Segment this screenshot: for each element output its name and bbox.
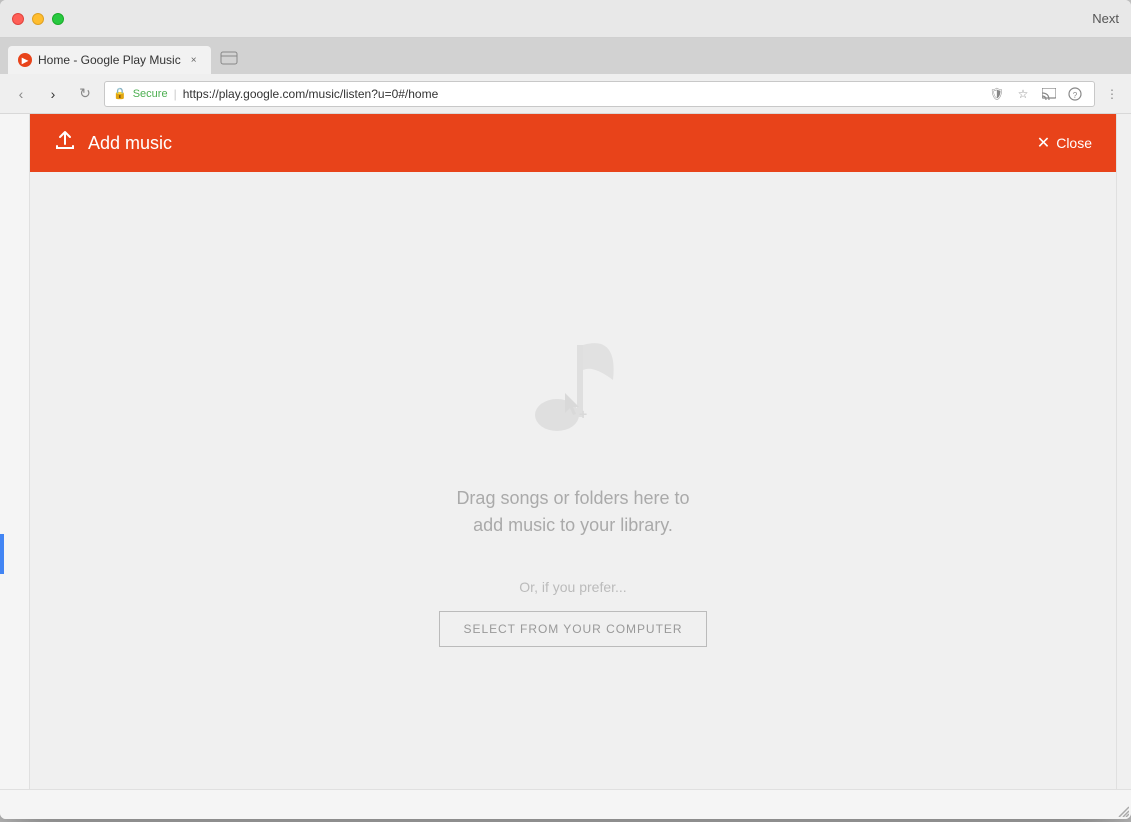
traffic-lights [12,13,64,25]
refresh-button[interactable]: ↻ [72,81,98,107]
url-actions: 🛡 ☆ ? [986,83,1086,105]
lock-icon: 🔒 [113,87,127,100]
music-note-icon: + [513,315,633,455]
new-tab-button[interactable] [215,46,243,74]
close-modal-button[interactable]: ✕ Close [1037,133,1092,153]
tab-title: Home - Google Play Music [38,53,181,67]
bookmark-button[interactable]: ☆ [1012,83,1034,105]
music-icon-container: + [513,315,633,455]
maximize-window-button[interactable] [52,13,64,25]
tab-bar: ▶ Home - Google Play Music × [0,38,1131,74]
browser-window: Next ▶ Home - Google Play Music × ‹ › ↻ … [0,0,1131,819]
scrollbar-area [1116,114,1131,789]
main-content: Add music ✕ Close [30,114,1116,789]
back-button[interactable]: ‹ [8,81,34,107]
extensions-button[interactable]: ? [1064,83,1086,105]
resize-handle[interactable] [1115,803,1129,817]
select-from-computer-button[interactable]: SELECT FROM YOUR COMPUTER [439,611,708,647]
secure-label: Secure [133,88,168,100]
minimize-window-button[interactable] [32,13,44,25]
sidebar [0,114,30,789]
browser-actions: ⋮ [1101,83,1123,105]
add-music-title: Add music [88,133,1037,154]
tab-close-button[interactable]: × [187,53,201,67]
menu-button[interactable]: ⋮ [1101,83,1123,105]
url-separator: | [174,87,177,101]
address-bar: ‹ › ↻ 🔒 Secure | https://play.google.com… [0,74,1131,114]
content-area: Add music ✕ Close [0,114,1131,789]
url-bar[interactable]: 🔒 Secure | https://play.google.com/music… [104,81,1095,107]
drag-text: Drag songs or folders here to add music … [456,485,689,539]
close-window-button[interactable] [12,13,24,25]
title-bar: Next [0,0,1131,38]
url-text: https://play.google.com/music/listen?u=0… [183,87,439,101]
forward-button[interactable]: › [40,81,66,107]
shield-action-button[interactable]: 🛡 [986,83,1008,105]
cast-button[interactable] [1038,83,1060,105]
tab-favicon: ▶ [18,53,32,67]
close-x-icon: ✕ [1037,133,1050,153]
close-label: Close [1056,135,1092,151]
drop-zone[interactable]: + Drag songs or folders here to add musi… [30,172,1116,789]
prefer-text: Or, if you prefer... [519,579,626,595]
drag-text-line2: add music to your library. [456,512,689,539]
browser-tab[interactable]: ▶ Home - Google Play Music × [8,46,211,74]
add-music-header: Add music ✕ Close [30,114,1116,172]
upload-icon [54,129,76,157]
drag-text-line1: Drag songs or folders here to [456,485,689,512]
status-bar [0,789,1131,819]
title-bar-next: Next [1092,11,1119,26]
sidebar-accent [0,534,4,574]
svg-text:+: + [579,406,587,422]
svg-text:?: ? [1073,91,1078,100]
